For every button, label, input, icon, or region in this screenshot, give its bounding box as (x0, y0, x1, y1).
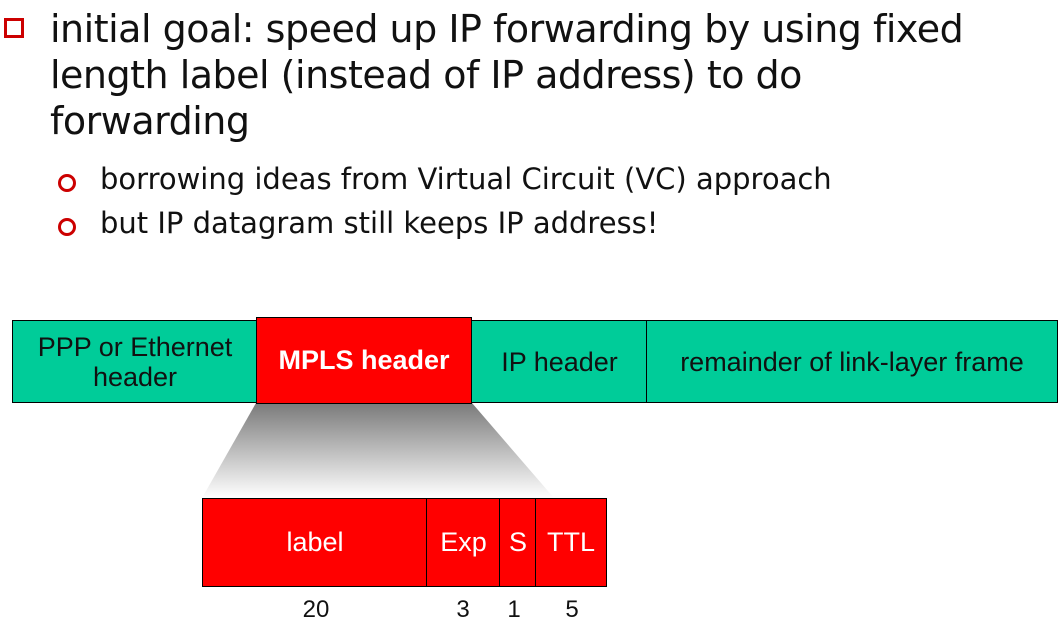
remainder-link-layer-cell: remainder of link-layer frame (646, 320, 1058, 403)
ppp-ethernet-header-cell: PPP or Ethernet header (12, 320, 258, 403)
mpls-header-cell: MPLS header (256, 317, 472, 404)
ip-header-cell: IP header (471, 320, 648, 403)
zoom-fan-shape (202, 403, 554, 498)
ttl-bits: 5 (565, 596, 579, 623)
label-field-cell: label (202, 498, 428, 587)
s-field-cell: S (499, 498, 537, 587)
label-bits: 20 (302, 596, 330, 623)
exp-bits: 3 (456, 596, 470, 623)
ttl-field-cell: TTL (535, 498, 607, 587)
exp-field-cell: Exp (426, 498, 501, 587)
s-bits: 1 (507, 596, 521, 623)
